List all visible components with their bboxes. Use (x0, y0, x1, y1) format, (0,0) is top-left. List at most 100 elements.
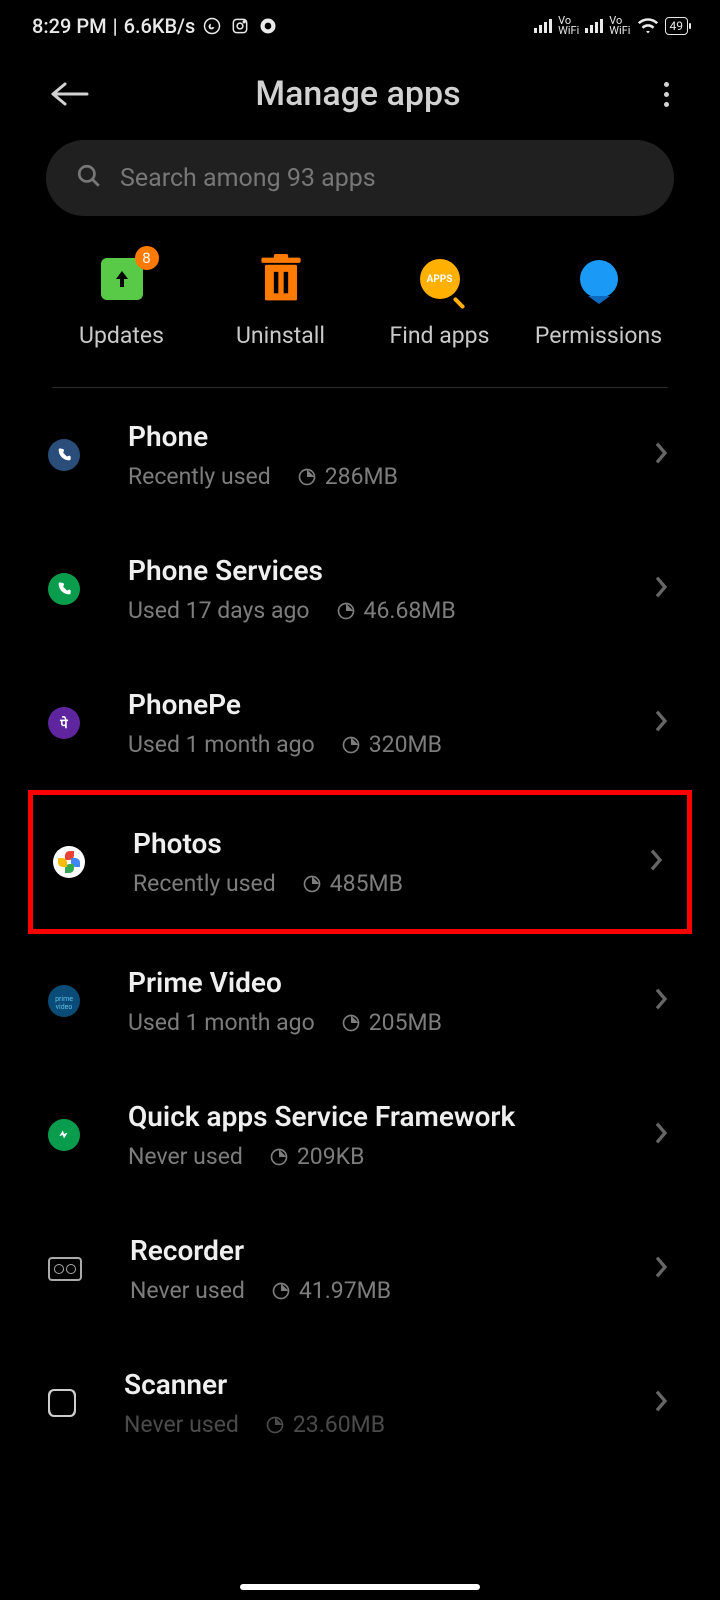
app-icon-phone-services (48, 573, 80, 605)
chevron-right-icon (654, 441, 668, 469)
app-row-recorder[interactable]: Recorder Never used 41.97MB (0, 1202, 720, 1336)
home-indicator[interactable] (240, 1584, 480, 1590)
app-row-photos[interactable]: Photos Recently used 485MB (28, 790, 692, 934)
vowifi-icon: VoWiFi (558, 16, 579, 36)
search-bar[interactable] (46, 140, 674, 216)
uninstall-button[interactable]: Uninstall (211, 256, 351, 349)
app-name: Phone Services (128, 554, 654, 587)
app-size: 485MB (302, 870, 403, 897)
app-usage: Used 17 days ago (128, 597, 310, 624)
app-name: Photos (133, 827, 649, 860)
app-size: 320MB (341, 731, 442, 758)
permissions-button[interactable]: Permissions (529, 256, 669, 349)
status-left: 8:29 PM | 6.6KB/s (32, 14, 279, 38)
storage-icon (336, 601, 356, 621)
trash-icon (258, 256, 304, 302)
storage-icon (341, 1013, 361, 1033)
app-usage: Recently used (133, 870, 276, 897)
app-icon-phone (48, 439, 80, 471)
app-size: 46.68MB (336, 597, 456, 624)
header: Manage apps (0, 46, 720, 140)
actions-row: 8 Updates Uninstall APPS Find apps Permi… (0, 216, 720, 387)
app-row-phone[interactable]: Phone Recently used 286MB (0, 388, 720, 522)
app-size: 205MB (341, 1009, 442, 1036)
app-row-scanner[interactable]: Scanner Never used 23.60MB (0, 1336, 720, 1438)
app-info: Photos Recently used 485MB (133, 827, 649, 897)
app-icon-prime-video: primevideo (48, 985, 80, 1017)
app-name: PhonePe (128, 688, 654, 721)
app-icon-photos (53, 846, 85, 878)
app-info: Prime Video Used 1 month ago 205MB (128, 966, 654, 1036)
whatsapp-icon (201, 15, 223, 37)
app-info: Quick apps Service Framework Never used … (128, 1100, 654, 1170)
app-list: Phone Recently used 286MB Phone Services… (0, 388, 720, 1438)
chevron-right-icon (654, 987, 668, 1015)
search-container (0, 140, 720, 216)
app-info: Recorder Never used 41.97MB (130, 1234, 654, 1304)
updates-badge: 8 (135, 246, 159, 270)
status-time: 8:29 PM (32, 14, 107, 38)
app-name: Recorder (130, 1234, 654, 1267)
chrome-icon (257, 15, 279, 37)
app-info: Phone Recently used 286MB (128, 420, 654, 490)
app-row-phone-services[interactable]: Phone Services Used 17 days ago 46.68MB (0, 522, 720, 656)
uninstall-label: Uninstall (236, 322, 325, 349)
storage-icon (265, 1415, 285, 1435)
app-icon-scanner (48, 1391, 76, 1415)
app-usage: Recently used (128, 463, 271, 490)
signal-icon (585, 19, 603, 33)
status-bar: 8:29 PM | 6.6KB/s VoWiFi VoWiFi 49 (0, 0, 720, 46)
app-row-phonepe[interactable]: पे PhonePe Used 1 month ago 320MB (0, 656, 720, 790)
chevron-right-icon (654, 1389, 668, 1417)
chevron-right-icon (654, 575, 668, 603)
updates-label: Updates (79, 322, 164, 349)
chevron-right-icon (654, 1121, 668, 1149)
app-row-prime-video[interactable]: primevideo Prime Video Used 1 month ago … (0, 934, 720, 1068)
app-usage: Never used (130, 1277, 245, 1304)
permissions-icon (580, 260, 618, 298)
app-name: Quick apps Service Framework (128, 1100, 654, 1133)
chevron-right-icon (649, 848, 663, 876)
storage-icon (271, 1281, 291, 1301)
chevron-right-icon (654, 1255, 668, 1283)
find-apps-button[interactable]: APPS Find apps (370, 256, 510, 349)
instagram-icon (229, 15, 251, 37)
permissions-label: Permissions (535, 322, 662, 349)
page-title: Manage apps (72, 74, 644, 114)
app-size: 41.97MB (271, 1277, 391, 1304)
battery-level: 49 (670, 19, 684, 33)
app-icon-phonepe: पे (48, 707, 80, 739)
app-name: Scanner (124, 1368, 654, 1401)
status-speed: 6.6KB/s (124, 14, 196, 38)
app-info: Scanner Never used 23.60MB (124, 1368, 654, 1438)
find-apps-label: Find apps (390, 322, 490, 349)
signal-icon (534, 19, 552, 33)
app-usage: Never used (124, 1411, 239, 1438)
app-info: PhonePe Used 1 month ago 320MB (128, 688, 654, 758)
vowifi-icon: VoWiFi (609, 16, 630, 36)
app-size: 209KB (269, 1143, 365, 1170)
search-icon (76, 163, 102, 193)
app-size: 23.60MB (265, 1411, 385, 1438)
app-size: 286MB (297, 463, 398, 490)
battery-icon: 49 (665, 17, 689, 35)
app-row-quick-apps[interactable]: Quick apps Service Framework Never used … (0, 1068, 720, 1202)
storage-icon (297, 467, 317, 487)
updates-button[interactable]: 8 Updates (52, 256, 192, 349)
app-name: Prime Video (128, 966, 654, 999)
app-usage: Never used (128, 1143, 243, 1170)
app-usage: Used 1 month ago (128, 1009, 315, 1036)
chevron-right-icon (654, 709, 668, 737)
app-info: Phone Services Used 17 days ago 46.68MB (128, 554, 654, 624)
status-right: VoWiFi VoWiFi 49 (534, 15, 688, 37)
find-apps-icon: APPS (420, 259, 460, 299)
storage-icon (341, 735, 361, 755)
app-icon-recorder (48, 1257, 82, 1281)
storage-icon (269, 1147, 289, 1167)
more-menu-button[interactable] (644, 72, 688, 116)
app-usage: Used 1 month ago (128, 731, 315, 758)
app-name: Phone (128, 420, 654, 453)
wifi-icon (637, 15, 659, 37)
storage-icon (302, 874, 322, 894)
search-input[interactable] (120, 164, 644, 193)
